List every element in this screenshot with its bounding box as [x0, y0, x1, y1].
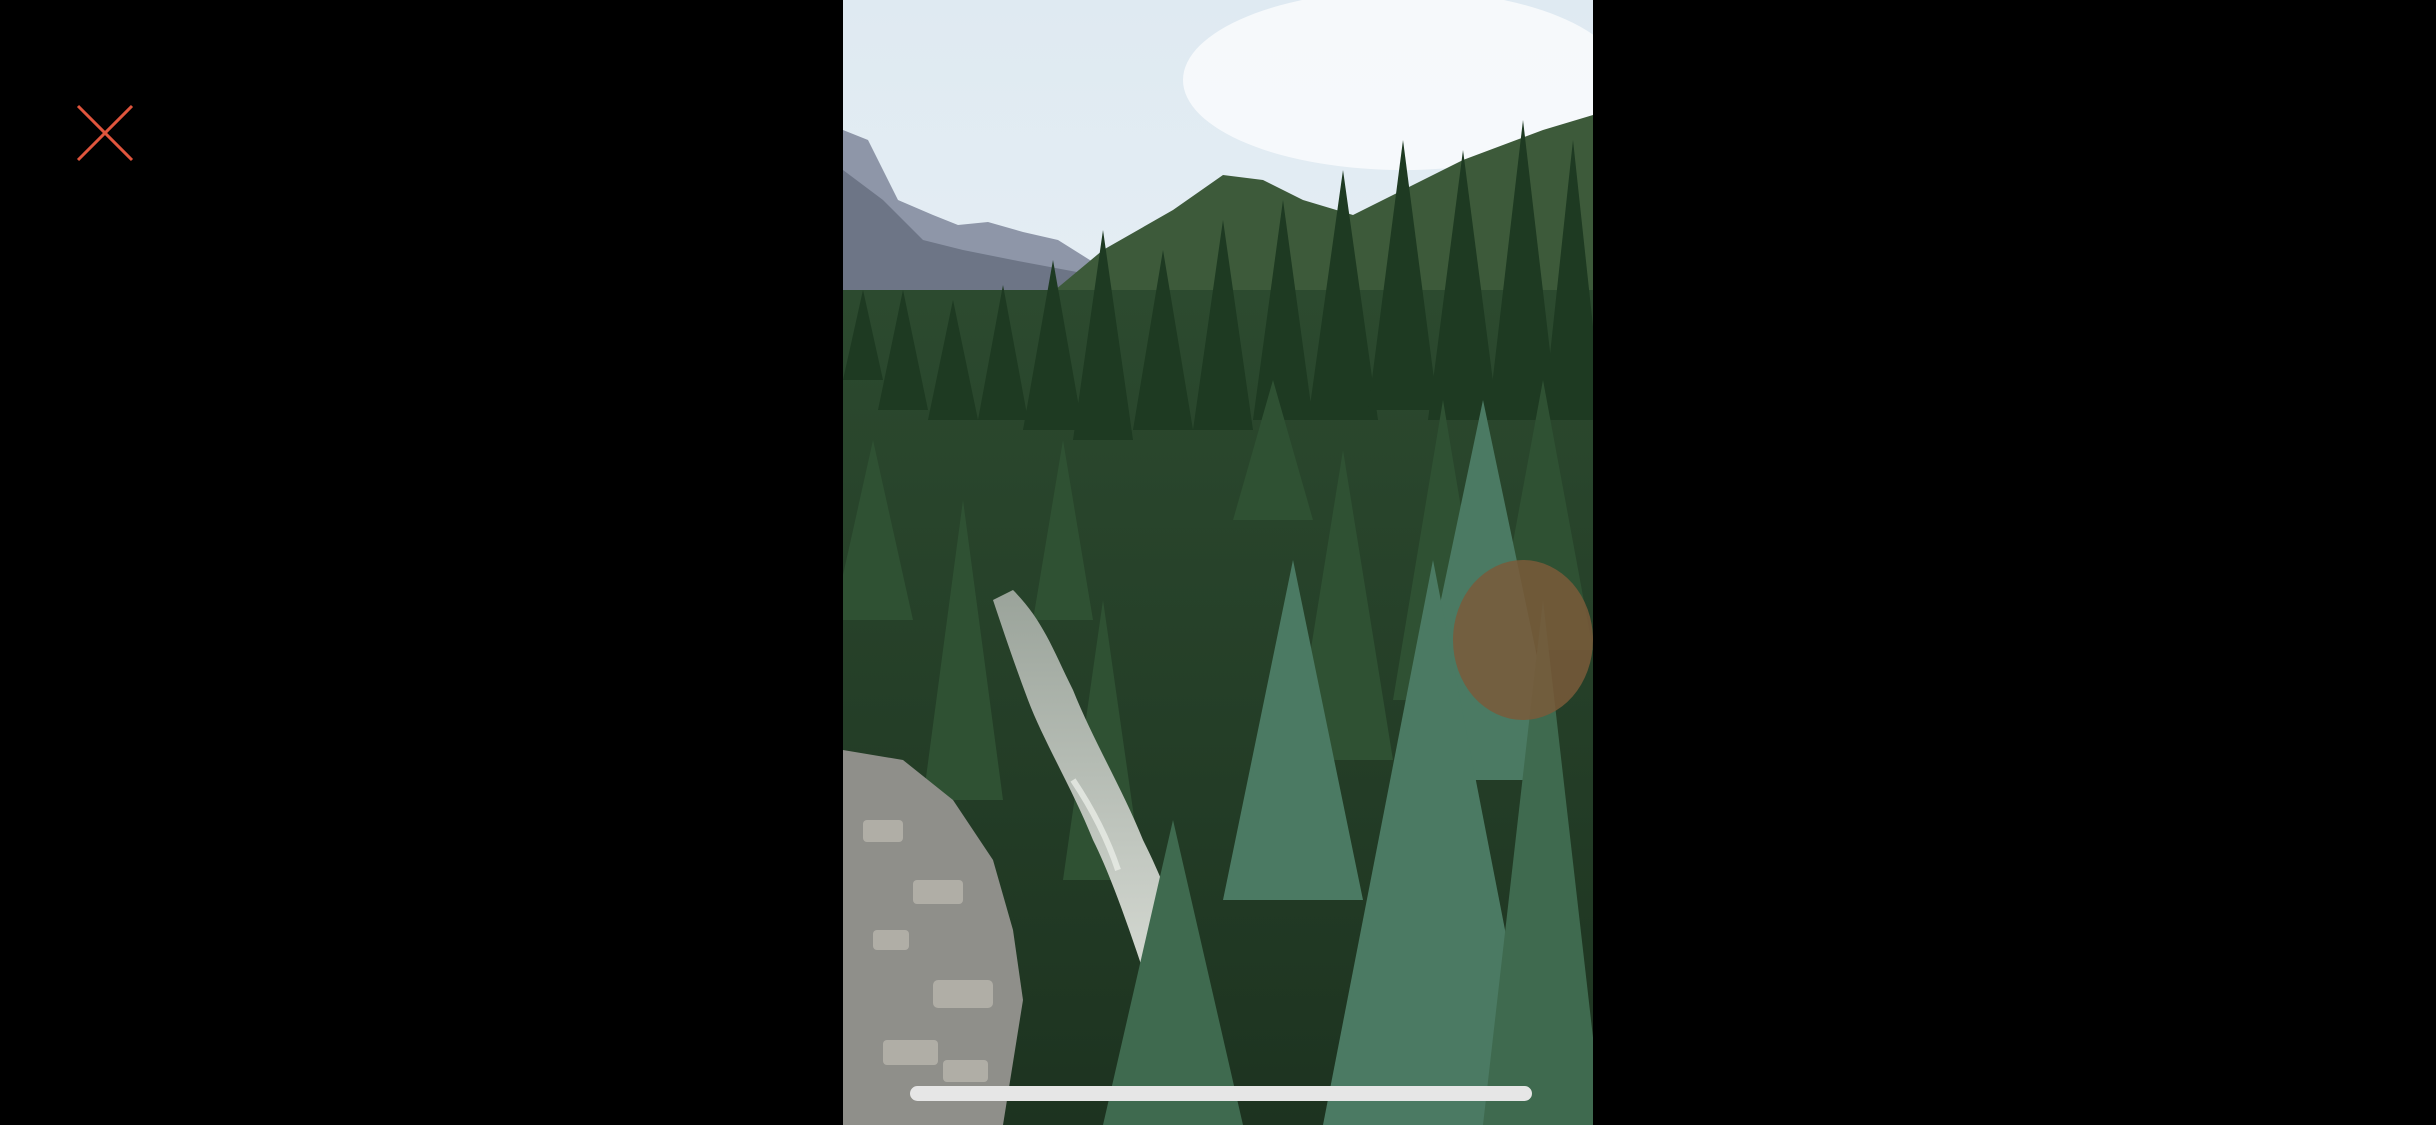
photo-view[interactable]	[843, 0, 1593, 1125]
home-indicator[interactable]	[910, 1086, 1532, 1101]
forest-river-image	[843, 0, 1593, 1125]
close-icon	[76, 104, 134, 162]
close-button[interactable]	[74, 102, 136, 164]
